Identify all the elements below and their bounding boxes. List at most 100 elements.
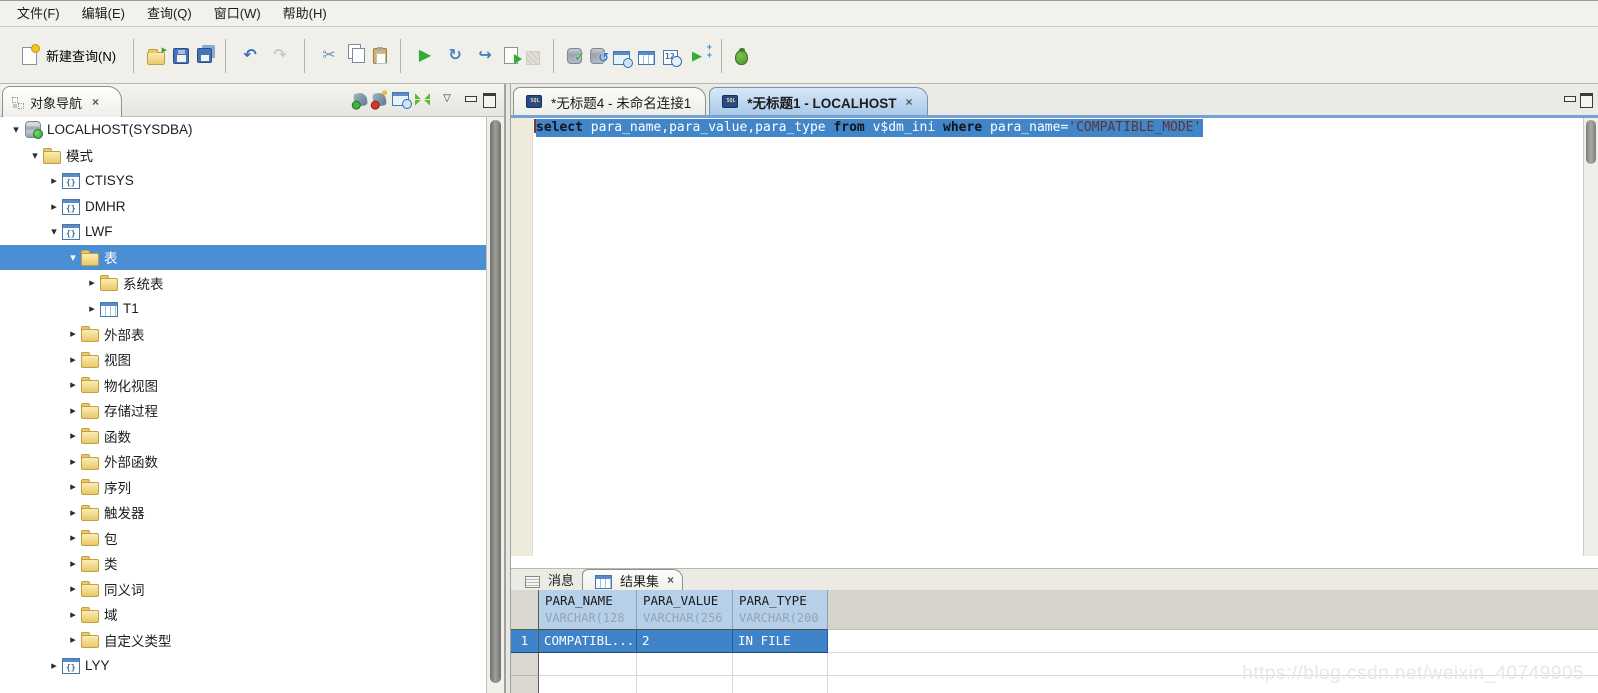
close-tab-icon[interactable]: × (667, 573, 674, 587)
tree-scrollbar-thumb[interactable] (490, 120, 501, 683)
editor-tab-1[interactable]: *无标题1 - LOCALHOST × (709, 87, 928, 115)
editor-tab-0[interactable]: *无标题4 - 未命名连接1 (513, 87, 707, 115)
expand-arrow-icon[interactable]: ▸ (46, 174, 62, 187)
tree-item[interactable]: ▸ 视图 (0, 347, 486, 373)
expand-arrow-icon[interactable]: ▸ (65, 557, 81, 570)
expand-arrow-icon[interactable]: ▸ (65, 429, 81, 442)
debug-icon[interactable] (735, 47, 749, 65)
view-menu-icon[interactable]: ▽ (436, 88, 458, 110)
close-tab-icon[interactable]: × (906, 95, 913, 109)
expand-arrow-icon[interactable]: ▸ (84, 276, 100, 289)
minimize-panel-icon[interactable] (464, 88, 477, 110)
collapse-arrow-icon[interactable]: ▾ (8, 123, 24, 136)
expand-arrow-icon[interactable]: ▸ (46, 659, 62, 672)
tree-item[interactable]: ▾ 表 (0, 244, 486, 270)
batch-execute-icon[interactable] (686, 43, 712, 67)
tree-item[interactable]: ▸ 自定义类型 (0, 627, 486, 653)
disconnect-icon[interactable] (372, 91, 387, 107)
connect-icon[interactable] (353, 91, 368, 107)
table-row[interactable]: 1 COMPATIBL... 2 IN FILE (511, 630, 1598, 653)
column-header[interactable]: PARA_TYPE VARCHAR(200 (733, 590, 828, 630)
tree-item[interactable]: ▸ 域 (0, 602, 486, 628)
empty-cell[interactable] (637, 676, 733, 693)
expand-arrow-icon[interactable]: ▸ (84, 302, 100, 315)
execute-icon[interactable]: ▶ (414, 45, 436, 67)
collapse-arrow-icon[interactable]: ▾ (65, 251, 81, 264)
result-grid-icon[interactable] (595, 575, 613, 589)
row-number[interactable] (511, 653, 539, 676)
tree-item[interactable]: ▸ 外部表 (0, 321, 486, 347)
expand-arrow-icon[interactable]: ▸ (65, 531, 81, 544)
row-number[interactable]: 1 (511, 630, 539, 653)
expand-collapse-all-icon[interactable] (415, 91, 430, 107)
menu-item-0[interactable]: 文件(F) (6, 1, 71, 26)
expand-arrow-icon[interactable]: ▸ (65, 353, 81, 366)
collapse-arrow-icon[interactable]: ▾ (46, 225, 62, 238)
step-execute-icon[interactable]: ↪ (474, 45, 496, 67)
tree-item[interactable]: ▸ 同义词 (0, 576, 486, 602)
rollback-icon[interactable] (590, 47, 609, 69)
row-number[interactable] (511, 676, 539, 693)
open-file-icon[interactable] (147, 39, 167, 65)
cut-icon[interactable]: ✂ (318, 45, 340, 67)
save-all-icon[interactable] (197, 48, 213, 63)
tree-item[interactable]: ▸ T1 (0, 296, 486, 322)
tree-item[interactable]: ▸ 类 (0, 551, 486, 577)
tree-item[interactable]: ▸ DMHR (0, 194, 486, 220)
expand-arrow-icon[interactable]: ▸ (65, 506, 81, 519)
sql-file-icon[interactable] (722, 95, 739, 108)
tree-item[interactable]: ▸ 包 (0, 525, 486, 551)
tree-item[interactable]: ▾ 模式 (0, 143, 486, 169)
tree-item[interactable]: ▾ LOCALHOST(SYSDBA) (0, 117, 486, 143)
expand-arrow-icon[interactable]: ▸ (65, 455, 81, 468)
column-header[interactable]: PARA_VALUE VARCHAR(256 (637, 590, 733, 630)
expand-arrow-icon[interactable]: ▸ (65, 404, 81, 417)
empty-cell[interactable] (539, 676, 637, 693)
tree-item[interactable]: ▸ 外部函数 (0, 449, 486, 475)
new-query-icon[interactable] (22, 43, 40, 65)
editor-vscroll-thumb[interactable] (1586, 120, 1596, 164)
sql-file-icon[interactable] (526, 95, 542, 108)
menu-item-2[interactable]: 查询(Q) (136, 1, 203, 26)
table-cell[interactable]: IN FILE (733, 630, 828, 653)
empty-cell[interactable] (539, 653, 637, 676)
empty-cell[interactable] (637, 653, 733, 676)
tree-scrollbar[interactable] (486, 117, 504, 693)
console-window-icon[interactable] (392, 92, 412, 109)
tree-item[interactable]: ▸ 触发器 (0, 500, 486, 526)
minimize-editor-icon[interactable] (1563, 88, 1576, 110)
expand-arrow-icon[interactable]: ▸ (65, 608, 81, 621)
redo-icon[interactable]: ↷ (269, 45, 291, 67)
paste-icon[interactable] (373, 46, 388, 64)
collapse-arrow-icon[interactable]: ▾ (27, 149, 43, 162)
tree-item[interactable]: ▸ 系统表 (0, 270, 486, 296)
tree-item[interactable]: ▸ 序列 (0, 474, 486, 500)
sql-statement-line[interactable]: select para_name,para_value,para_type fr… (536, 119, 1204, 137)
empty-cell[interactable] (733, 676, 828, 693)
expand-arrow-icon[interactable]: ▸ (65, 582, 81, 595)
table-cell[interactable]: COMPATIBL... (539, 630, 637, 653)
close-view-icon[interactable]: × (92, 95, 99, 109)
new-query-button[interactable]: 新建查询(N) (10, 42, 124, 69)
execute-current-icon[interactable]: ↻ (444, 45, 466, 67)
column-header[interactable]: PARA_NAME VARCHAR(128 (539, 590, 637, 630)
maximize-panel-icon[interactable] (482, 88, 496, 110)
tree-item[interactable]: ▾ LWF (0, 219, 486, 245)
result-grid-icon[interactable] (638, 50, 656, 65)
sql-editor[interactable]: select para_name,para_value,para_type fr… (511, 118, 1598, 602)
save-icon[interactable] (173, 47, 190, 64)
object-navigator-tab[interactable]: 对象导航 × (2, 86, 123, 117)
maximize-editor-icon[interactable] (1579, 88, 1593, 110)
results-tab-0[interactable]: 消息 (513, 569, 582, 590)
stop-icon[interactable] (526, 50, 541, 65)
menu-item-4[interactable]: 帮助(H) (272, 1, 338, 26)
expand-arrow-icon[interactable]: ▸ (46, 200, 62, 213)
message-icon[interactable] (525, 576, 540, 588)
undo-icon[interactable]: ↶ (239, 45, 261, 67)
execute-script-icon[interactable] (504, 47, 523, 64)
tree-item[interactable]: ▸ 函数 (0, 423, 486, 449)
editor-vertical-scrollbar[interactable] (1583, 118, 1598, 556)
tree-item[interactable]: ▸ LYY (0, 653, 486, 679)
tree-item[interactable]: ▸ 物化视图 (0, 372, 486, 398)
results-tab-1[interactable]: 结果集 × (582, 569, 684, 590)
